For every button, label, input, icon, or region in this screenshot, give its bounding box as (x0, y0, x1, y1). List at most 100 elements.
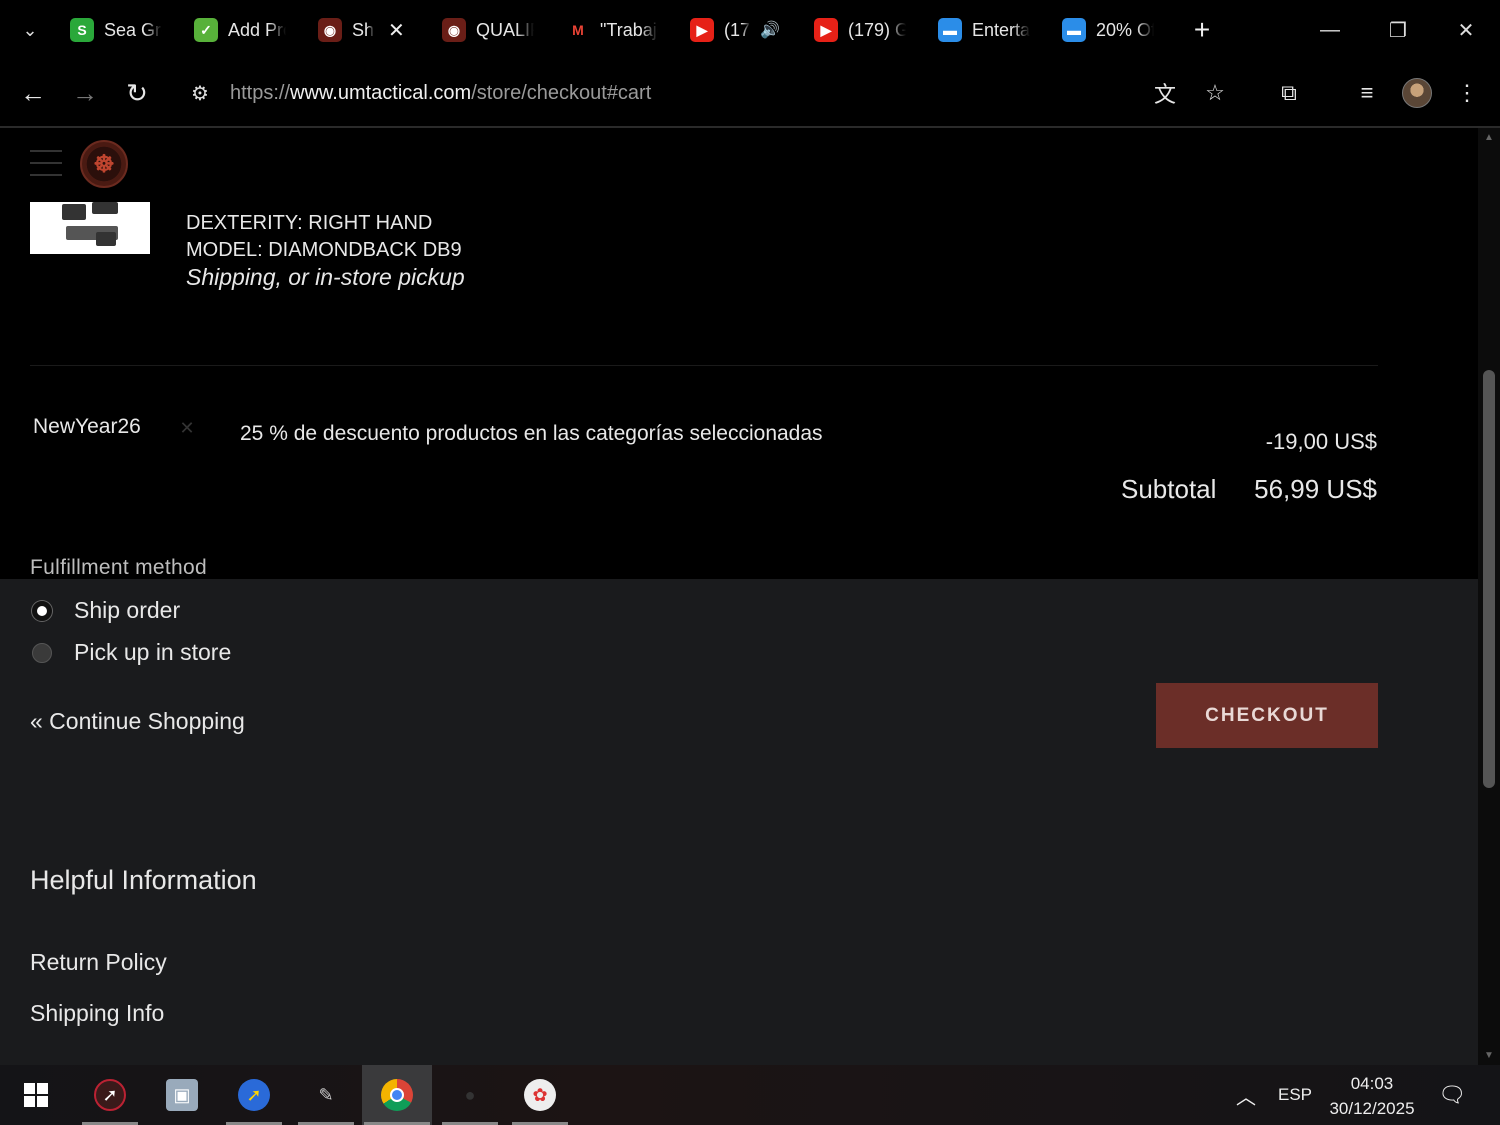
bookmark-star-icon[interactable]: ☆ (1190, 68, 1240, 118)
url-prefix: https:// (230, 81, 291, 104)
pickup-option[interactable]: Pick up in store (32, 639, 231, 666)
browser-tab[interactable]: ◉ QUALIFIED (432, 10, 556, 50)
umtactical-icon: ◉ (318, 18, 342, 42)
reload-icon[interactable]: ↻ (111, 67, 163, 119)
windows-logo-icon (24, 1083, 48, 1107)
pickup-label: Pick up in store (74, 639, 232, 665)
forward-icon[interactable]: → (59, 67, 111, 119)
browser-tab[interactable]: ▶ (174) 🔊 (680, 10, 804, 50)
browser-tab[interactable]: M "Trabajo" (556, 10, 680, 50)
youtube-icon: ▶ (690, 18, 714, 42)
ship-order-option[interactable]: Ship order (32, 597, 180, 624)
app-check-icon: ✓ (194, 18, 218, 42)
continue-shopping-link[interactable]: « Continue Shopping (30, 708, 245, 735)
taskbar-app-pointer[interactable]: ➚ (224, 1065, 284, 1125)
taskbar-app-paint[interactable]: ✿ (510, 1065, 570, 1125)
back-icon[interactable]: ← (7, 67, 59, 119)
taskbar-app-cursor-tool[interactable]: ➚ (80, 1065, 140, 1125)
tray-overflow-chevron-icon[interactable]: ︿ (1236, 1065, 1256, 1125)
media-control-icon[interactable]: ≡ (1342, 68, 1392, 118)
pointer-app-icon: ➚ (238, 1079, 270, 1111)
url-path: /store/checkout#cart (471, 81, 652, 104)
profile-avatar[interactable] (1392, 68, 1442, 118)
tab-title: QUALIFIED (476, 19, 534, 40)
avatar (1402, 78, 1432, 108)
mouse-icon: ● (464, 1084, 476, 1105)
scrollbar-thumb[interactable] (1483, 370, 1495, 788)
product-model: MODEL: DIAMONDBACK DB9 (186, 239, 462, 261)
subtotal-value: 56,99 US$ (1254, 474, 1377, 504)
coupon-description: 25 % de descuento productos en las categ… (240, 422, 823, 445)
helpful-information-heading: Helpful Information (30, 865, 257, 895)
taskbar-app-explorer[interactable]: ▣ (152, 1065, 212, 1125)
taskbar-app-mouse[interactable]: ● (440, 1065, 500, 1125)
close-tab-icon[interactable]: ✕ (388, 18, 405, 43)
hamburger-menu-icon[interactable] (30, 150, 62, 176)
browser-tab[interactable]: ▶ (179) Gaming (804, 10, 928, 50)
taskbar-app-chrome[interactable] (362, 1065, 432, 1125)
browser-tab[interactable]: S Sea Green (60, 10, 184, 50)
tab-title: Shopping Cart (352, 19, 374, 40)
product-shipping-note: Shipping, or in-store pickup (186, 264, 465, 290)
ship-order-radio[interactable] (32, 600, 52, 621)
fulfillment-method-label: Fulfillment method (30, 556, 207, 579)
windows-taskbar: ➚ ▣ ➚ ✎ ● ✿ ︿ ESP 04:03 30/12/2025 🗨 (0, 1065, 1500, 1125)
tab-title: Sea Green (104, 19, 162, 40)
tab-title: (174) (724, 19, 750, 40)
target-cursor-icon: ➚ (94, 1079, 126, 1111)
subtotal-label: Subtotal (1121, 474, 1217, 504)
url-domain: www.umtactical.com (290, 81, 472, 104)
chrome-icon (381, 1079, 413, 1111)
browser-tab-strip: ⌄ S Sea Green ✓ Add Products ◉ Shopping Cart ✕… (0, 0, 1500, 60)
page-viewport: ☸ DEXTERITY: RIGHT HAND MODEL: DIAMONDBA… (0, 128, 1478, 1065)
toolbar-actions: 文 ☆ ⧉ ≡ ⋮ (1140, 60, 1500, 126)
shipping-info-link[interactable]: Shipping Info (30, 1000, 164, 1027)
page-scrollbar[interactable]: ▲ ▼ (1478, 128, 1500, 1065)
product-dexterity: DEXTERITY: RIGHT HAND (186, 212, 433, 234)
gmail-icon: M (572, 22, 584, 38)
chat-icon: ▬ (1062, 18, 1086, 42)
start-button[interactable] (6, 1065, 66, 1125)
checkout-button[interactable]: CHECKOUT (1156, 683, 1378, 748)
product-thumbnail[interactable] (30, 202, 150, 254)
browser-tab[interactable]: ▬ Entertainment (928, 10, 1052, 50)
pickup-radio[interactable] (32, 642, 52, 663)
tab-audio-icon[interactable]: 🔊 (760, 20, 780, 40)
tab-title: 20% Off (1096, 19, 1154, 40)
umtactical-logo[interactable]: ☸ (80, 140, 128, 188)
extensions-icon[interactable]: ⧉ (1264, 68, 1314, 118)
minimize-icon[interactable]: — (1296, 0, 1364, 60)
tab-title: "Trabajo" (600, 19, 658, 40)
return-policy-link[interactable]: Return Policy (30, 949, 167, 976)
notification-center-icon[interactable]: 🗨 (1438, 1065, 1466, 1125)
scroll-down-arrow-icon[interactable]: ▼ (1483, 1050, 1495, 1061)
system-clock[interactable]: 04:03 30/12/2025 (1328, 1071, 1416, 1121)
browser-tab[interactable]: ◉ Shopping Cart ✕ (308, 10, 432, 50)
site-header: ☸ (0, 128, 1478, 200)
address-bar[interactable]: ⚙ https://www.umtactical.com/store/check… (180, 68, 1200, 118)
tab-search-chevron-icon[interactable]: ⌄ (0, 0, 60, 60)
tab-list: S Sea Green ✓ Add Products ◉ Shopping Cart ✕ ◉ Q… (60, 10, 1176, 50)
close-window-icon[interactable]: ✕ (1432, 0, 1500, 60)
checkout-options-section: Ship order Pick up in store « Continue S… (0, 579, 1478, 1065)
scroll-up-arrow-icon[interactable]: ▲ (1483, 132, 1495, 143)
restore-icon[interactable]: ❐ (1364, 0, 1432, 60)
taskbar-app-tool[interactable]: ✎ (296, 1065, 356, 1125)
browser-toolbar: ← → ↻ ⚙ https://www.umtactical.com/store… (0, 60, 1500, 126)
remove-coupon-icon[interactable]: ✕ (177, 418, 197, 438)
site-settings-icon[interactable]: ⚙ (180, 81, 220, 106)
language-indicator[interactable]: ESP (1278, 1065, 1312, 1125)
cart-divider (30, 365, 1378, 366)
browser-tab[interactable]: ▬ 20% Off (1052, 10, 1176, 50)
tab-title: Add Products (228, 19, 286, 40)
chat-icon: ▬ (938, 18, 962, 42)
browser-tab[interactable]: ✓ Add Products (184, 10, 308, 50)
url-text[interactable]: https://www.umtactical.com/store/checkou… (230, 82, 651, 105)
tab-title: Entertainment (972, 19, 1030, 40)
translate-icon[interactable]: 文 (1140, 68, 1190, 118)
monitor-icon: ▣ (166, 1079, 198, 1111)
clock-date: 30/12/2025 (1329, 1099, 1415, 1118)
new-tab-button[interactable]: + (1182, 10, 1222, 50)
menu-kebab-icon[interactable]: ⋮ (1442, 68, 1492, 118)
tab-title: (179) Gaming (848, 19, 906, 40)
